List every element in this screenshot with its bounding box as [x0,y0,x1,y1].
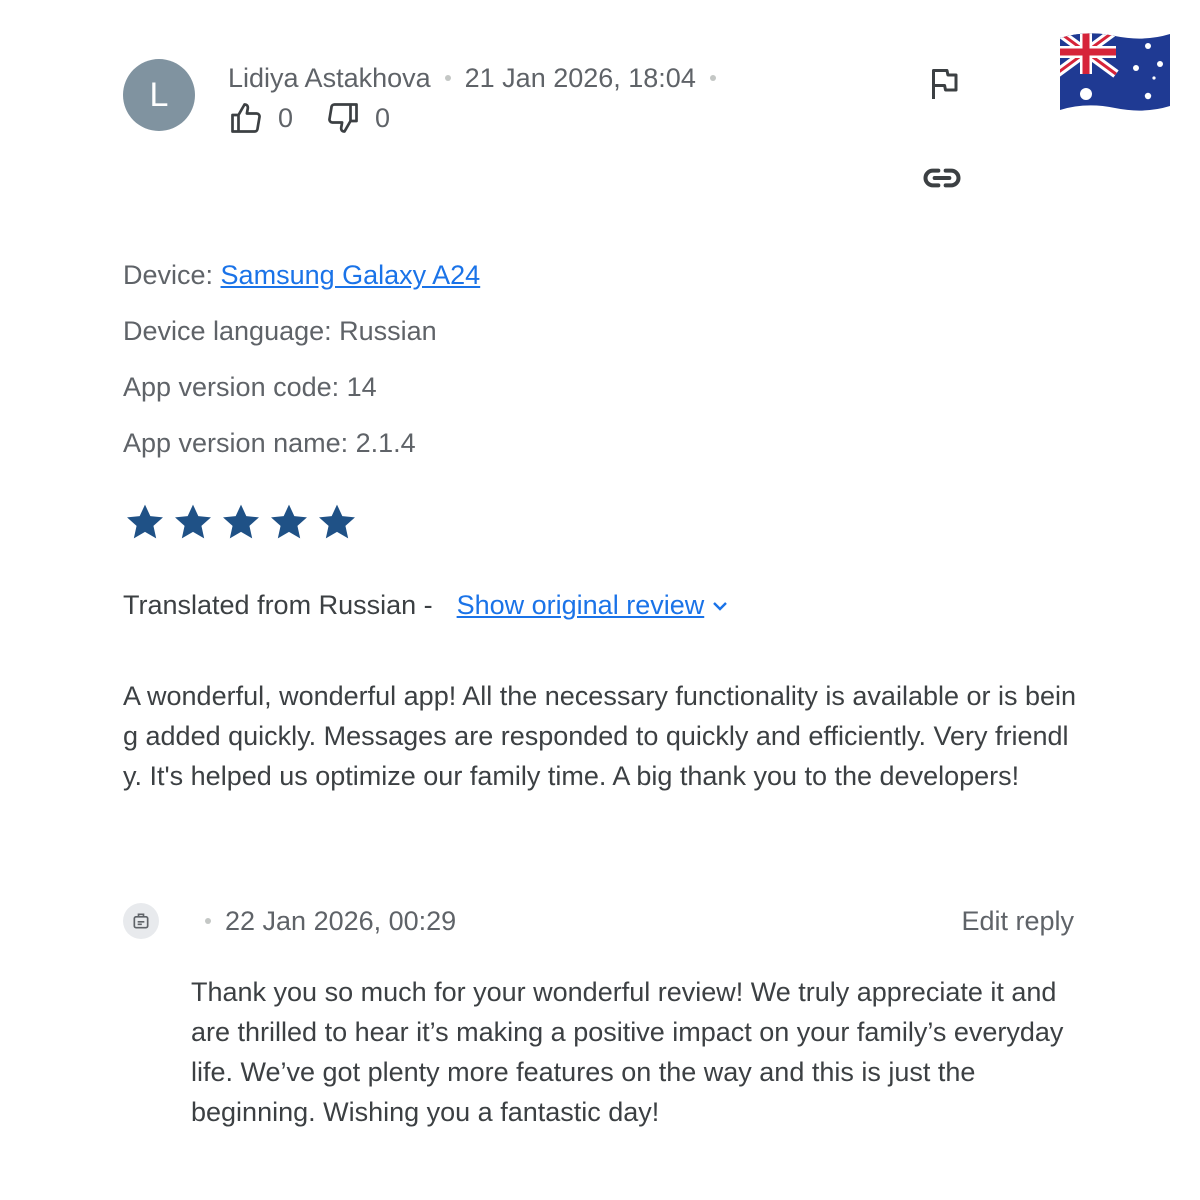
developer-badge-icon [133,913,149,929]
developer-avatar [123,903,159,939]
separator-dot [205,918,211,924]
star-icon [127,504,163,539]
thumbs-down-count: 0 [375,102,391,133]
thumbs-up-icon [231,103,261,133]
thumbs-down-button[interactable]: 0 [325,100,390,136]
star-rating [123,500,363,544]
device-label: Device: [123,260,221,290]
flag-icon [932,69,958,99]
vote-bar: 0 0 [228,100,390,136]
thumbs-down-icon [328,103,358,133]
app-version-code: App version code: 14 [123,372,377,402]
avatar-letter: L [149,75,169,114]
star-icon [175,504,211,539]
review-meta: Lidiya Astakhova 21 Jan 2026, 18:04 [228,60,730,96]
device-row: Device: Samsung Galaxy A24 [123,260,480,291]
chevron-down-icon[interactable] [708,594,732,618]
star-icon [319,504,355,539]
reply-body: Thank you so much for your wonderful rev… [191,977,1064,1127]
review-body: A wonderful, wonderful app! All the nece… [123,681,1077,791]
device-link[interactable]: Samsung Galaxy A24 [221,260,481,290]
translated-label: Translated from Russian - [123,590,433,620]
author-name: Lidiya Astakhova [228,62,431,93]
separator-dot [444,75,451,81]
app-version-name: App version name: 2.1.4 [123,428,416,458]
reply-timestamp: 22 Jan 2026, 00:29 [225,905,457,936]
copy-link-button[interactable] [918,156,966,200]
star-icon [271,504,307,539]
edit-reply-button[interactable]: Edit reply [961,903,1074,939]
device-language: Device language: Russian [123,316,437,346]
link-icon [923,168,961,188]
reply-meta: 22 Jan 2026, 00:29 [205,903,456,939]
australia-flag-icon [1060,33,1170,111]
star-icon [223,504,259,539]
avatar: L [123,59,195,131]
show-original-review-link[interactable]: Show original review [457,590,705,621]
report-button[interactable] [922,62,966,106]
thumbs-up-count: 0 [278,102,294,133]
translation-row: Translated from Russian - Show original … [123,590,732,621]
separator-dot [709,75,716,81]
thumbs-up-button[interactable]: 0 [228,100,293,136]
review-timestamp: 21 Jan 2026, 18:04 [464,62,696,93]
